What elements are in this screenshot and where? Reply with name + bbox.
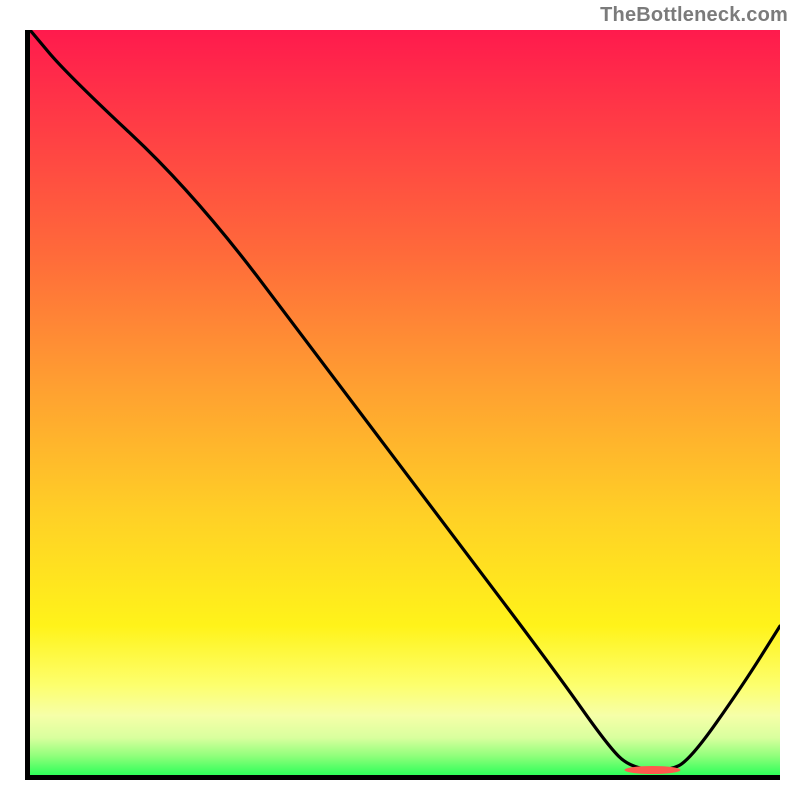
plot-area	[25, 30, 780, 780]
attribution-text: TheBottleneck.com	[600, 4, 788, 27]
curve-path	[30, 30, 780, 770]
trough-marker	[625, 766, 681, 774]
chart-root: TheBottleneck.com	[0, 0, 800, 800]
line-series	[30, 30, 780, 775]
